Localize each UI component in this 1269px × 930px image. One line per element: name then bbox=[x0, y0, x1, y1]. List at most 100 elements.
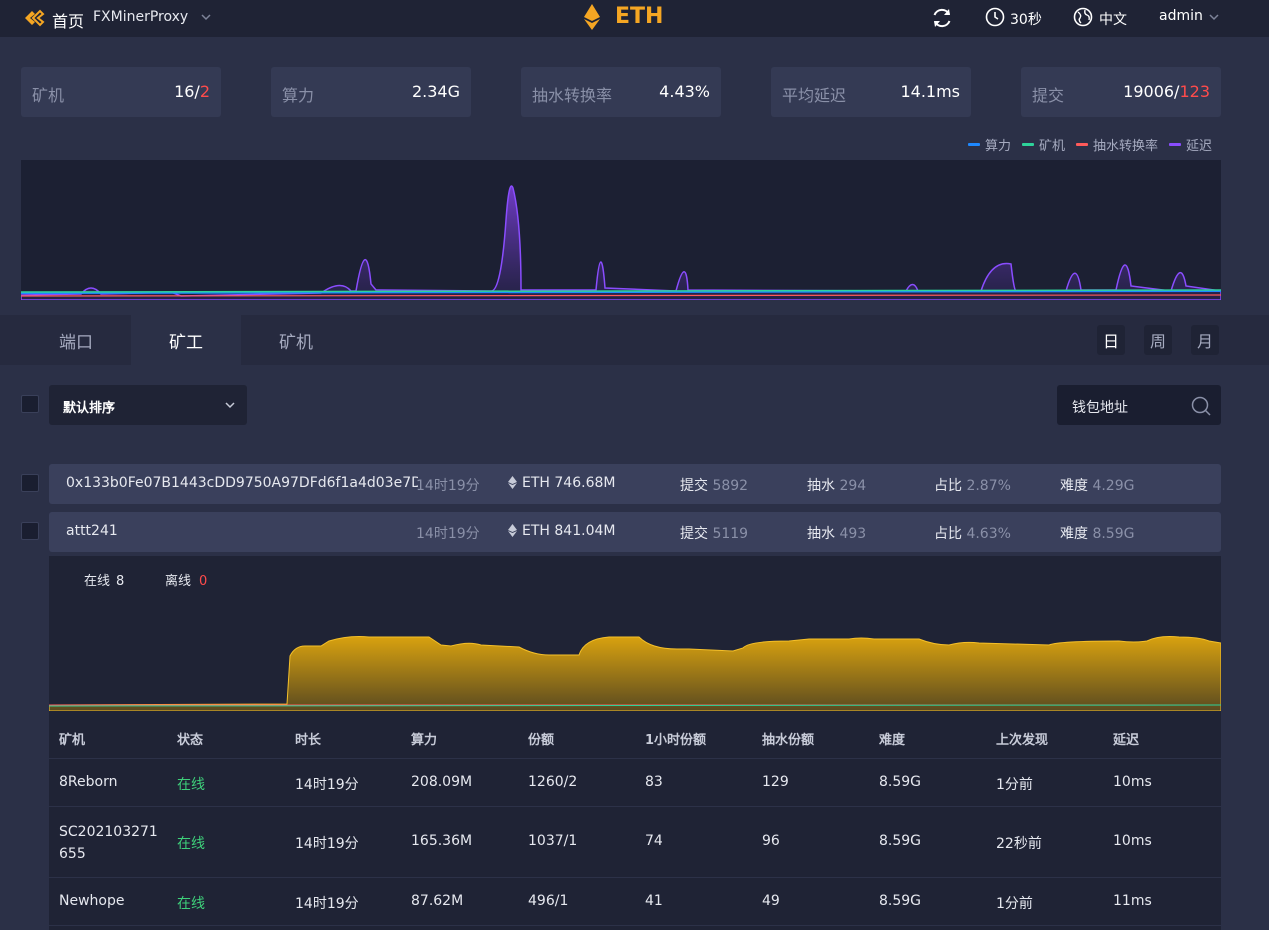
cell-last-found: 1分前 bbox=[996, 896, 1033, 912]
field-value: 4.63% bbox=[966, 526, 1011, 542]
worker-submit: 提交 5119 bbox=[680, 523, 748, 543]
field-label: 难度 bbox=[1060, 478, 1088, 494]
clock-icon[interactable] bbox=[985, 7, 1005, 27]
legend-hashrate[interactable]: 算力 bbox=[968, 135, 1011, 154]
stat-label: 抽水转换率 bbox=[532, 86, 613, 105]
cell-miner: 8Reborn bbox=[59, 774, 118, 790]
eth-icon bbox=[508, 524, 517, 537]
globe-icon[interactable] bbox=[1073, 7, 1093, 27]
cell-shares: 1260/2 bbox=[528, 774, 577, 790]
field-value: 5892 bbox=[712, 478, 749, 494]
chevron-down-icon[interactable] bbox=[1208, 11, 1220, 23]
logo-icon bbox=[25, 9, 45, 27]
shares-ok: 496/ bbox=[528, 893, 560, 909]
online-value: 8 bbox=[116, 574, 125, 589]
chevron-down-icon[interactable] bbox=[200, 11, 212, 23]
proxy-selector[interactable]: FXMinerProxy bbox=[93, 9, 188, 25]
tab-miners[interactable]: 矿机 bbox=[241, 315, 351, 365]
column-header[interactable]: 算力 bbox=[411, 729, 437, 748]
stat-value: 19006/123 bbox=[1123, 82, 1210, 101]
period-day[interactable]: 日 bbox=[1097, 325, 1125, 355]
cell-duration: 14时19分 bbox=[295, 777, 359, 793]
tab-ports[interactable]: 端口 bbox=[21, 315, 131, 365]
worker-fee: 抽水 294 bbox=[807, 475, 866, 495]
worker-checkbox[interactable] bbox=[21, 474, 39, 492]
language-selector[interactable]: 中文 bbox=[1099, 9, 1127, 29]
column-header[interactable]: 抽水份额 bbox=[762, 729, 814, 748]
cell-difficulty: 8.59G bbox=[879, 774, 922, 790]
field-label: 提交 bbox=[680, 478, 708, 494]
cell-duration: 14时19分 bbox=[295, 896, 359, 912]
worker-wallet: attt241 bbox=[66, 523, 118, 539]
refresh-icon[interactable] bbox=[930, 6, 954, 30]
worker-wallet: 0x133b0Fe07B1443cDD9750A97DFd6f1a4d03e7D… bbox=[66, 475, 418, 491]
stat-value: 14.1ms bbox=[900, 82, 960, 101]
field-label: 占比 bbox=[934, 526, 962, 542]
chart-legend: 算力 矿机 抽水转换率 延迟 bbox=[968, 135, 1212, 154]
column-header[interactable]: 1小时份额 bbox=[645, 729, 706, 748]
column-header[interactable]: 上次发现 bbox=[996, 729, 1048, 748]
column-header[interactable]: 矿机 bbox=[59, 729, 85, 748]
field-value: 493 bbox=[839, 526, 867, 542]
legend-miners[interactable]: 矿机 bbox=[1022, 135, 1065, 154]
table-row[interactable]: 8Reborn 在线 14时19分 208.09M 1260/2 83 129 … bbox=[49, 759, 1221, 807]
worker-ratio: 占比 4.63% bbox=[934, 523, 1011, 543]
column-header[interactable]: 状态 bbox=[177, 729, 203, 748]
home-link[interactable]: 首页 bbox=[52, 8, 84, 32]
cell-hour-shares: 41 bbox=[645, 893, 663, 909]
worker-hashrate-area bbox=[49, 636, 1221, 711]
cell-status: 在线 bbox=[177, 836, 205, 852]
field-value: 8.59G bbox=[1092, 526, 1135, 542]
worker-row[interactable]: 0x133b0Fe07B1443cDD9750A97DFd6f1a4d03e7D… bbox=[49, 464, 1221, 504]
tab-workers[interactable]: 矿工 bbox=[131, 315, 241, 365]
worker-detail-panel: 在线 8 离线 0 矿机 状态 时长 算力 份额 1小时份额 抽水份额 难度 上次发… bbox=[49, 556, 1221, 930]
overview-chart bbox=[21, 160, 1221, 300]
cell-duration: 14时19分 bbox=[295, 836, 359, 852]
stat-hashrate: 算力 2.34G bbox=[271, 67, 471, 117]
cell-hashrate: 165.36M bbox=[411, 833, 473, 849]
table-row[interactable]: SC202103271 655 在线 14时19分 165.36M 1037/1 … bbox=[49, 807, 1221, 878]
submit-ok: 19006/ bbox=[1123, 82, 1180, 101]
stat-label: 平均延迟 bbox=[782, 86, 847, 105]
search-icon[interactable] bbox=[1190, 395, 1212, 417]
stat-value: 16/2 bbox=[174, 82, 210, 101]
period-month[interactable]: 月 bbox=[1191, 325, 1219, 355]
period-week[interactable]: 周 bbox=[1144, 325, 1172, 355]
legend-label: 延迟 bbox=[1186, 139, 1213, 154]
submit-bad: 123 bbox=[1179, 82, 1210, 101]
user-menu[interactable]: admin bbox=[1159, 8, 1203, 24]
cell-shares: 1037/1 bbox=[528, 833, 577, 849]
search-input[interactable]: 钱包地址 bbox=[1057, 385, 1221, 425]
cell-last-found: 22秒前 bbox=[996, 836, 1042, 852]
worker-difficulty: 难度 8.59G bbox=[1060, 523, 1134, 543]
cell-latency: 10ms bbox=[1113, 833, 1152, 849]
cell-fee-shares: 129 bbox=[762, 774, 789, 790]
field-label: 抽水 bbox=[807, 478, 835, 494]
select-all-checkbox[interactable] bbox=[21, 395, 39, 413]
refresh-interval[interactable]: 30秒 bbox=[1010, 9, 1042, 29]
table-row[interactable]: Newhope 在线 14时19分 87.62M 496/1 41 49 8.5… bbox=[49, 878, 1221, 926]
sort-select[interactable]: 默认排序 bbox=[49, 385, 247, 425]
legend-latency[interactable]: 延迟 bbox=[1169, 135, 1212, 154]
cell-miner: Newhope bbox=[59, 893, 125, 909]
legend-fee-rate[interactable]: 抽水转换率 bbox=[1076, 135, 1158, 154]
worker-submit: 提交 5892 bbox=[680, 475, 748, 495]
column-header[interactable]: 难度 bbox=[879, 729, 905, 748]
worker-duration: 14时19分 bbox=[416, 526, 480, 542]
coin-title: ETH bbox=[615, 4, 664, 29]
cell-hashrate: 208.09M bbox=[411, 774, 473, 790]
worker-checkbox[interactable] bbox=[21, 522, 39, 540]
cell-miner-line: SC202103271 bbox=[59, 824, 158, 840]
worker-hashrate-value: 841.04M bbox=[554, 523, 616, 539]
column-header[interactable]: 时长 bbox=[295, 729, 321, 748]
cell-hashrate: 87.62M bbox=[411, 893, 464, 909]
column-header[interactable]: 份额 bbox=[528, 729, 554, 748]
miners-online: 16/ bbox=[174, 82, 200, 101]
worker-hashrate: ETH 841.04M bbox=[508, 523, 615, 539]
worker-hashrate-value: 746.68M bbox=[554, 475, 616, 491]
stat-label: 提交 bbox=[1032, 86, 1065, 105]
column-header[interactable]: 延迟 bbox=[1113, 729, 1139, 748]
cell-status: 在线 bbox=[177, 896, 205, 912]
eth-icon bbox=[584, 4, 600, 30]
worker-row[interactable]: attt241 14时19分 ETH 841.04M 提交 5119 抽水 49… bbox=[49, 512, 1221, 552]
